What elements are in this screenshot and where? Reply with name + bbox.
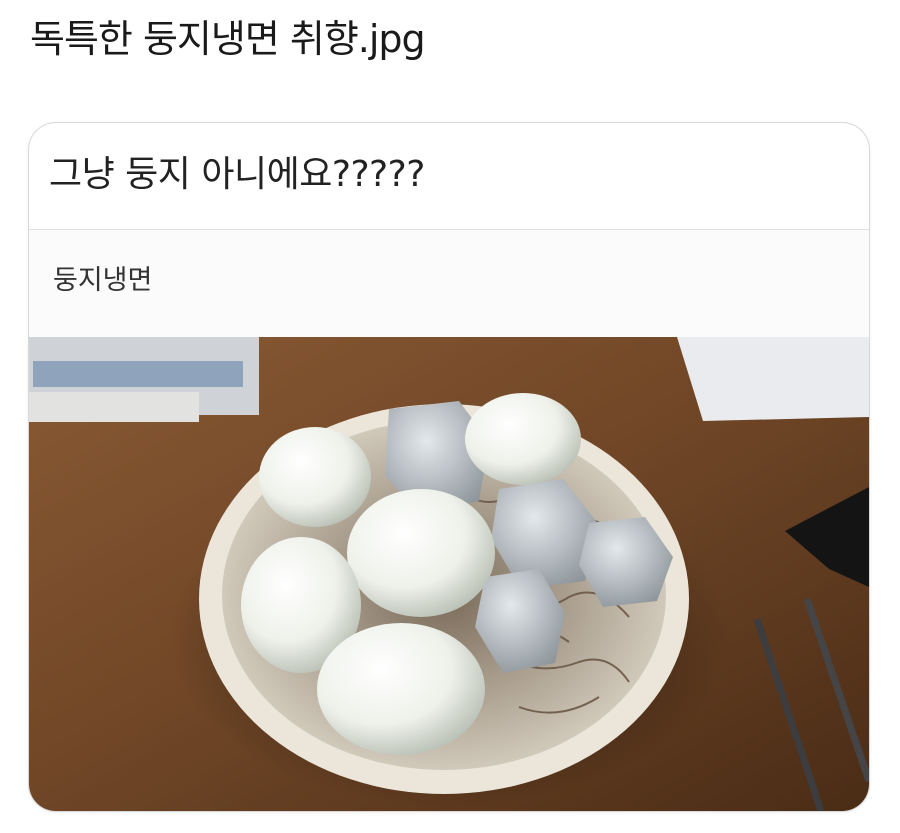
naengmyeon-photo — [29, 337, 869, 811]
answer-box: 둥지냉면 — [29, 229, 869, 338]
paper-right — [677, 337, 869, 421]
answer-text: 둥지냉면 — [53, 265, 153, 296]
papers-left — [29, 337, 259, 422]
post-title: 독특한 둥지냉면 취향.jpg — [30, 17, 426, 61]
question-text: 그냥 둥지 아니에요????? — [49, 154, 425, 195]
image-card: 그냥 둥지 아니에요????? 둥지냉면 — [28, 122, 870, 812]
